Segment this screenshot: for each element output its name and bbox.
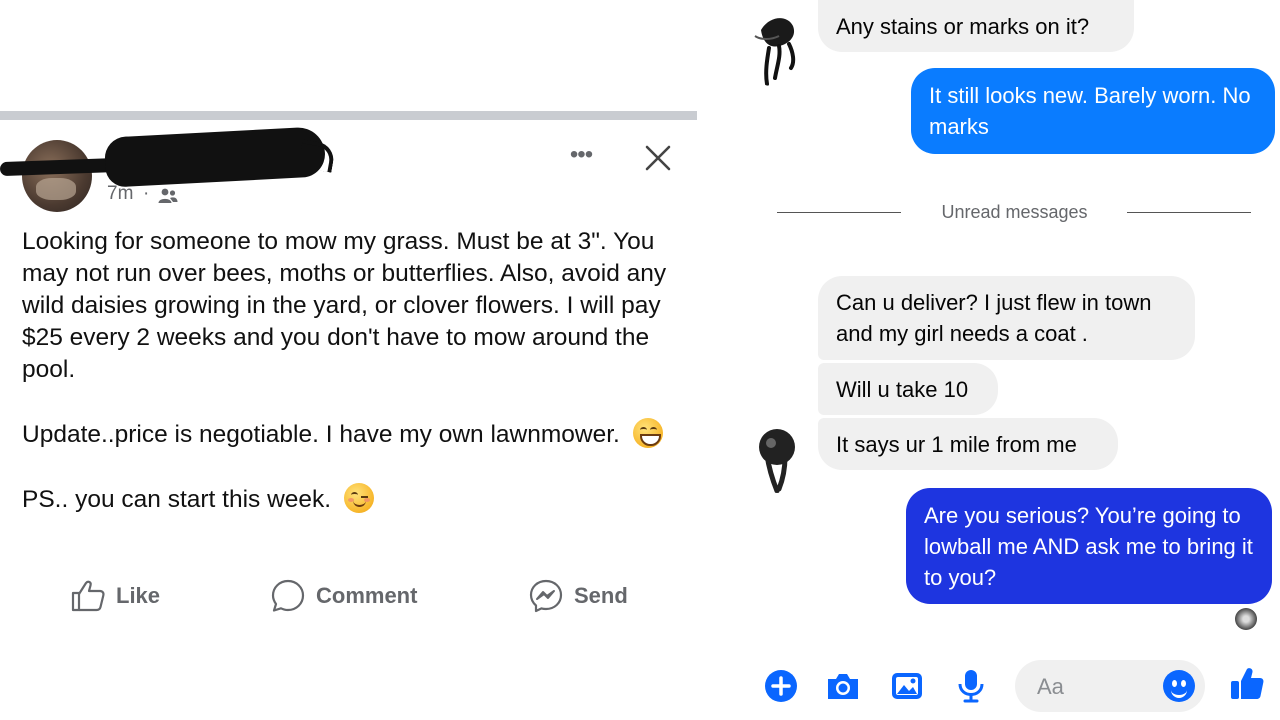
incoming-message[interactable]: Any stains or marks on it? bbox=[818, 0, 1134, 52]
comment-label: Comment bbox=[316, 583, 418, 608]
messenger-conversation-panel: Any stains or marks on it? It still look… bbox=[697, 0, 1280, 720]
plus-icon[interactable] bbox=[763, 668, 799, 704]
like-button[interactable]: Like bbox=[70, 576, 160, 616]
post-timestamp[interactable]: 7m bbox=[107, 183, 133, 205]
divider bbox=[0, 111, 697, 120]
post-paragraph-text: PS.. you can start this week. bbox=[22, 486, 332, 513]
comment-bubble-icon bbox=[271, 579, 305, 612]
timestamp-separator: · bbox=[143, 183, 150, 204]
emoji-icon[interactable] bbox=[1163, 670, 1195, 702]
message-input[interactable]: Aa bbox=[1015, 660, 1205, 712]
poster-avatar[interactable] bbox=[22, 140, 92, 212]
like-label: Like bbox=[116, 583, 161, 608]
redaction-scribble-tail bbox=[297, 139, 337, 173]
facebook-post-panel: 7m · ••• Looking for someone to mow my g… bbox=[0, 0, 697, 720]
unread-messages-label: Unread messages bbox=[941, 202, 1088, 222]
messenger-icon bbox=[529, 579, 563, 613]
post-body: Looking for someone to mow my grass. Mus… bbox=[22, 226, 692, 516]
camera-icon[interactable] bbox=[825, 668, 861, 704]
post-paragraph: PS.. you can start this week. bbox=[22, 483, 692, 516]
thumbs-up-send-icon[interactable] bbox=[1229, 666, 1265, 702]
microphone-icon[interactable] bbox=[953, 668, 989, 704]
gallery-icon[interactable] bbox=[889, 668, 925, 704]
more-options-button[interactable]: ••• bbox=[564, 140, 598, 174]
outgoing-message[interactable]: It still looks new. Barely worn. No mark… bbox=[911, 68, 1275, 154]
thumbs-up-icon bbox=[71, 580, 105, 612]
close-icon[interactable] bbox=[638, 138, 678, 178]
outgoing-message[interactable]: Are you serious? You’re going to lowball… bbox=[906, 488, 1272, 604]
sender-avatar[interactable] bbox=[755, 425, 799, 493]
seen-receipt-avatar bbox=[1235, 608, 1257, 630]
grinning-emoji-icon bbox=[632, 418, 663, 448]
send-button[interactable]: Send bbox=[528, 576, 628, 616]
winking-emoji-icon bbox=[343, 483, 374, 513]
unread-divider-line bbox=[1127, 212, 1251, 213]
send-label: Send bbox=[574, 583, 628, 608]
incoming-message[interactable]: Can u deliver? I just flew in town and m… bbox=[818, 276, 1195, 360]
sender-avatar[interactable] bbox=[749, 10, 803, 86]
redaction-scribble bbox=[0, 157, 121, 177]
post-paragraph: Looking for someone to mow my grass. Mus… bbox=[22, 228, 667, 383]
comment-button[interactable]: Comment bbox=[270, 576, 417, 616]
message-composer: Aa bbox=[697, 656, 1280, 720]
incoming-message[interactable]: It says ur 1 mile from me bbox=[818, 418, 1118, 470]
post-paragraph-text: Update..price is negotiable. I have my o… bbox=[22, 421, 620, 448]
post-paragraph: Update..price is negotiable. I have my o… bbox=[22, 418, 692, 451]
friends-audience-icon[interactable] bbox=[158, 188, 178, 209]
redacted-poster-name bbox=[103, 126, 327, 188]
incoming-message[interactable]: Will u take 10 bbox=[818, 363, 998, 415]
message-input-placeholder: Aa bbox=[1037, 674, 1064, 699]
unread-divider-line bbox=[777, 212, 901, 213]
